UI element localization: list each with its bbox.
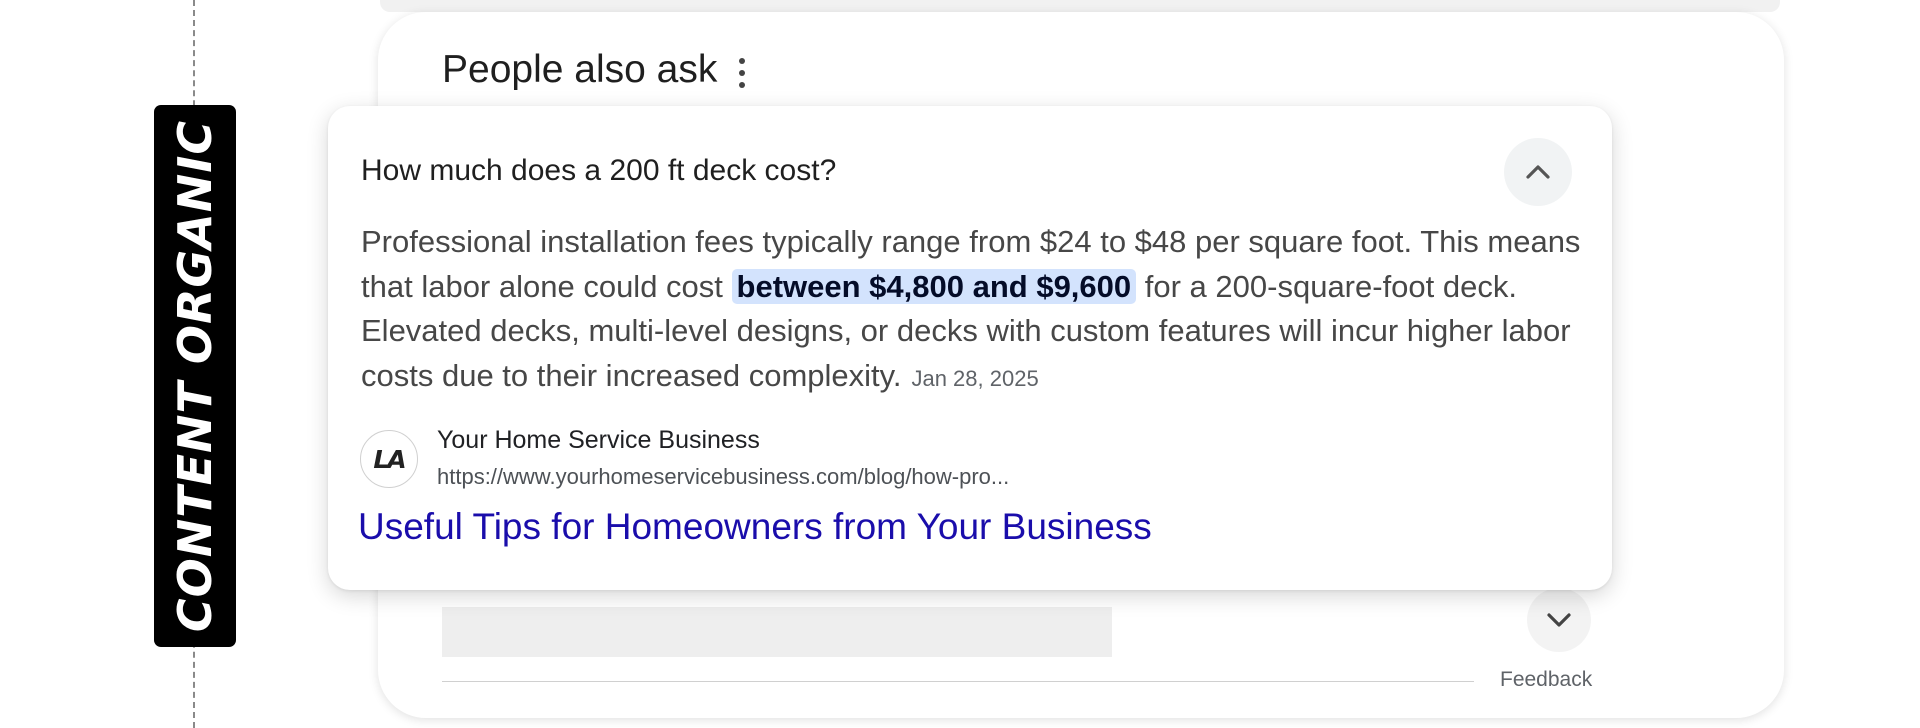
divider [442, 681, 1474, 682]
answer-date: Jan 28, 2025 [911, 365, 1039, 391]
expanded-question-card: How much does a 200 ft deck cost? Profes… [328, 106, 1612, 590]
collapse-question-button[interactable] [1504, 138, 1572, 206]
expand-question-button[interactable] [1527, 588, 1591, 652]
source-url[interactable]: https://www.yourhomeservicebusiness.com/… [437, 464, 1009, 490]
chevron-down-icon [1547, 613, 1571, 627]
content-organic-label: CONTENT ORGANIC [154, 105, 236, 647]
people-also-ask-title: People also ask [442, 48, 718, 91]
question-text[interactable]: How much does a 200 ft deck cost? [361, 154, 836, 188]
source-logo[interactable]: LA [360, 430, 418, 488]
answer-highlight: between $4,800 and $9,600 [731, 268, 1137, 304]
content-organic-label-text: CONTENT ORGANIC [168, 119, 222, 633]
answer-snippet: Professional installation fees typically… [361, 220, 1591, 401]
feedback-link[interactable]: Feedback [1500, 668, 1592, 692]
collapsed-question-placeholder[interactable] [442, 607, 1112, 657]
source-name[interactable]: Your Home Service Business [437, 426, 760, 455]
previous-card-edge [380, 0, 1780, 12]
result-title-link[interactable]: Useful Tips for Homeowners from Your Bus… [358, 506, 1152, 548]
more-vert-icon[interactable] [732, 58, 752, 88]
chevron-up-icon [1526, 165, 1550, 179]
